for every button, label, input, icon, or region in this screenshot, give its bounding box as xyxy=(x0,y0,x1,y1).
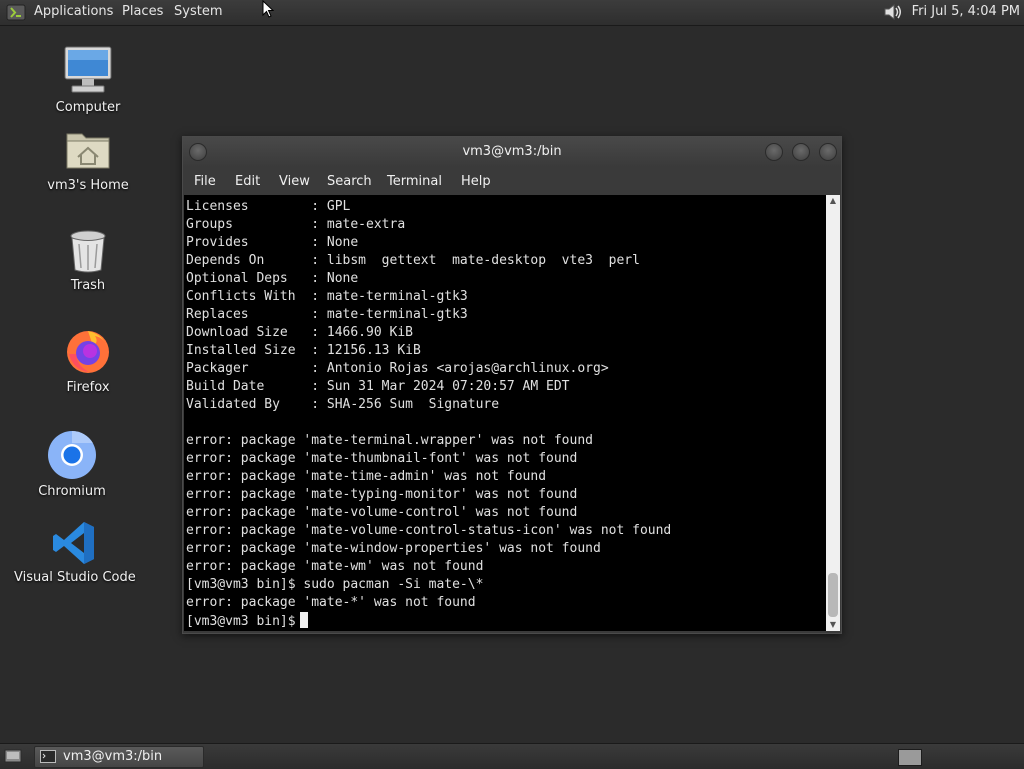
terminal-line: [vm3@vm3 bin]$ sudo pacman -Si mate-\* xyxy=(186,577,484,592)
applications-menu[interactable]: Applications xyxy=(34,4,113,19)
terminal-menubar: File Edit View Search Terminal Help xyxy=(183,167,841,195)
computer-icon xyxy=(64,46,112,93)
terminal-scrollbar[interactable]: ▲ ▼ xyxy=(826,195,840,631)
prompt-line[interactable]: [vm3@vm3 bin]$ xyxy=(186,612,826,630)
desktop-icon-computer[interactable]: Computer xyxy=(48,44,128,115)
mouse-pointer-icon xyxy=(262,0,274,18)
desktop-icon-label: Trash xyxy=(70,278,106,293)
chromium-icon xyxy=(48,431,96,479)
terminal-line: Installed Size : 12156.13 KiB xyxy=(186,343,421,358)
speaker-icon[interactable] xyxy=(882,2,904,22)
menu-help[interactable]: Help xyxy=(461,174,491,189)
terminal-line: Depends On : libsm gettext mate-desktop … xyxy=(186,253,640,268)
bottom-panel: vm3@vm3:/bin xyxy=(0,743,1024,769)
workspace-switcher-icon[interactable] xyxy=(898,749,922,766)
terminal-line: error: package 'mate-*' was not found xyxy=(186,595,476,610)
menu-edit[interactable]: Edit xyxy=(235,174,260,189)
terminal-window[interactable]: vm3@vm3:/bin File Edit View Search Termi… xyxy=(182,136,842,634)
taskbar-item-terminal[interactable]: vm3@vm3:/bin xyxy=(34,746,204,768)
terminal-line: error: package 'mate-terminal.wrapper' w… xyxy=(186,433,593,448)
menu-file[interactable]: File xyxy=(194,174,216,189)
taskbar-item-label: vm3@vm3:/bin xyxy=(63,749,163,764)
menu-search[interactable]: Search xyxy=(327,174,372,189)
terminal-line: error: package 'mate-window-properties' … xyxy=(186,541,601,556)
maximize-icon[interactable] xyxy=(792,143,810,161)
terminal-line: error: package 'mate-volume-control' was… xyxy=(186,505,578,520)
terminal-line: error: package 'mate-wm' was not found xyxy=(186,559,484,574)
terminal-line: Replaces : mate-terminal-gtk3 xyxy=(186,307,468,322)
terminal-output[interactable]: Licenses : GPL Groups : mate-extra Provide… xyxy=(184,195,826,631)
show-desktop-icon[interactable] xyxy=(4,748,22,764)
desktop-icon-trash[interactable]: Trash xyxy=(48,228,128,293)
window-titlebar[interactable]: vm3@vm3:/bin xyxy=(183,137,841,167)
desktop-icon-label: Computer xyxy=(55,100,121,115)
shell-prompt: [vm3@vm3 bin]$ xyxy=(186,614,296,629)
mate-logo-icon[interactable] xyxy=(6,4,26,21)
desktop-icon-home[interactable]: vm3's Home xyxy=(44,126,132,193)
terminal-line: Validated By : SHA-256 Sum Signature xyxy=(186,397,500,412)
terminal-icon xyxy=(40,750,56,763)
desktop-icon-label: Chromium xyxy=(38,484,106,499)
desktop-icon-label: Visual Studio Code xyxy=(14,570,136,585)
terminal-line: Optional Deps : None xyxy=(186,271,359,286)
terminal-line: Conflicts With : mate-terminal-gtk3 xyxy=(186,289,468,304)
desktop-icon-label: vm3's Home xyxy=(47,178,129,193)
home-folder-icon xyxy=(66,133,110,169)
terminal-line: Licenses : GPL xyxy=(186,199,351,214)
terminal-line: error: package 'mate-thumbnail-font' was… xyxy=(186,451,578,466)
top-panel: Applications Places System Fri Jul 5, 4:… xyxy=(0,0,1024,26)
scrollbar-thumb[interactable] xyxy=(828,573,838,617)
scroll-up-arrow-icon[interactable]: ▲ xyxy=(826,195,840,207)
terminal-line: error: package 'mate-time-admin' was not… xyxy=(186,469,547,484)
terminal-line: Provides : None xyxy=(186,235,359,250)
desktop-icon-chromium[interactable]: Chromium xyxy=(32,430,112,499)
text-cursor xyxy=(299,612,308,628)
terminal-line: Download Size : 1466.90 KiB xyxy=(186,325,413,340)
menu-terminal[interactable]: Terminal xyxy=(387,174,442,189)
scroll-down-arrow-icon[interactable]: ▼ xyxy=(826,619,840,631)
vscode-icon xyxy=(53,522,94,564)
terminal-line: error: package 'mate-typing-monitor' was… xyxy=(186,487,578,502)
trash-icon xyxy=(70,230,106,273)
terminal-line: Packager : Antonio Rojas <arojas@archlin… xyxy=(186,361,609,376)
desktop-icon-firefox[interactable]: Firefox xyxy=(48,326,128,395)
menu-view[interactable]: View xyxy=(279,174,310,189)
desktop-icon-vscode[interactable]: Visual Studio Code xyxy=(14,520,136,585)
terminal-line: error: package 'mate-volume-control-stat… xyxy=(186,523,672,538)
places-menu[interactable]: Places xyxy=(122,4,163,19)
desktop-icon-label: Firefox xyxy=(66,380,110,395)
minimize-icon[interactable] xyxy=(765,143,783,161)
system-menu[interactable]: System xyxy=(174,4,222,19)
terminal-line: Build Date : Sun 31 Mar 2024 07:20:57 AM… xyxy=(186,379,570,394)
firefox-icon xyxy=(67,331,109,373)
clock[interactable]: Fri Jul 5, 4:04 PM xyxy=(912,4,1020,19)
close-icon[interactable] xyxy=(819,143,837,161)
window-title: vm3@vm3:/bin xyxy=(462,144,562,159)
terminal-line: Groups : mate-extra xyxy=(186,217,406,232)
